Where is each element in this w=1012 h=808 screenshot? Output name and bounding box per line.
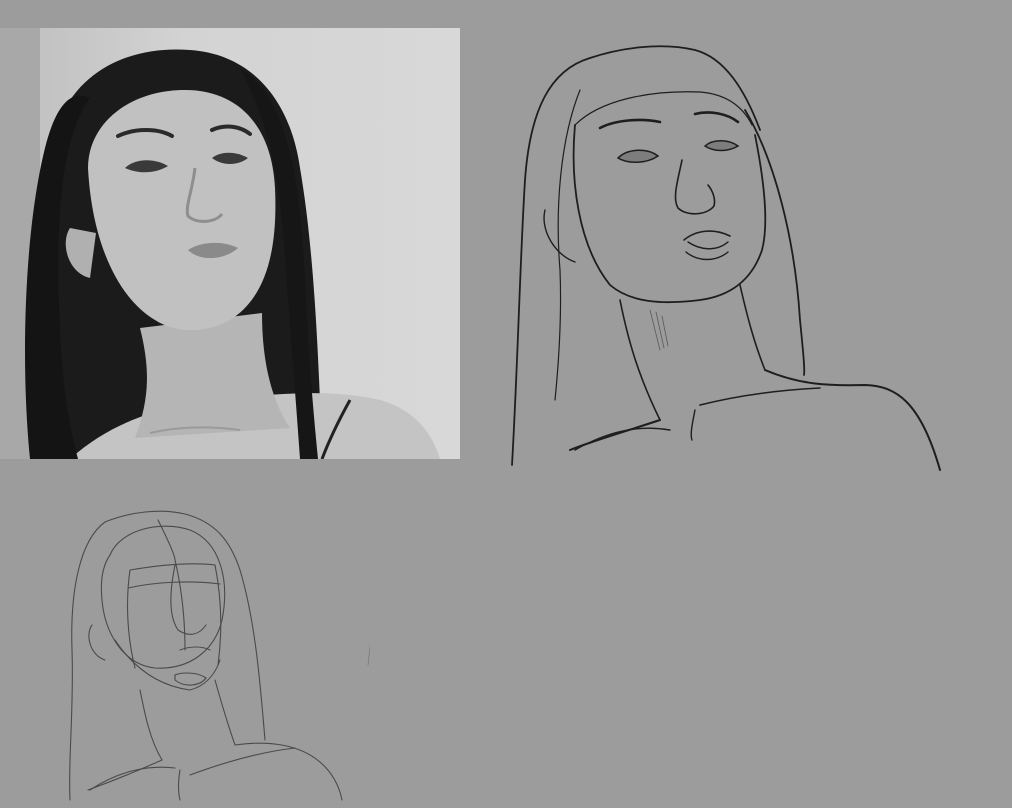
reference-photo-image [0,28,440,459]
drawing-canvas[interactable] [0,0,1012,808]
reference-photo [0,28,460,459]
line-art-drawing [511,45,941,471]
construction-drawing [69,510,370,801]
line-art-sketch [500,30,960,480]
construction-sketch [50,500,370,805]
